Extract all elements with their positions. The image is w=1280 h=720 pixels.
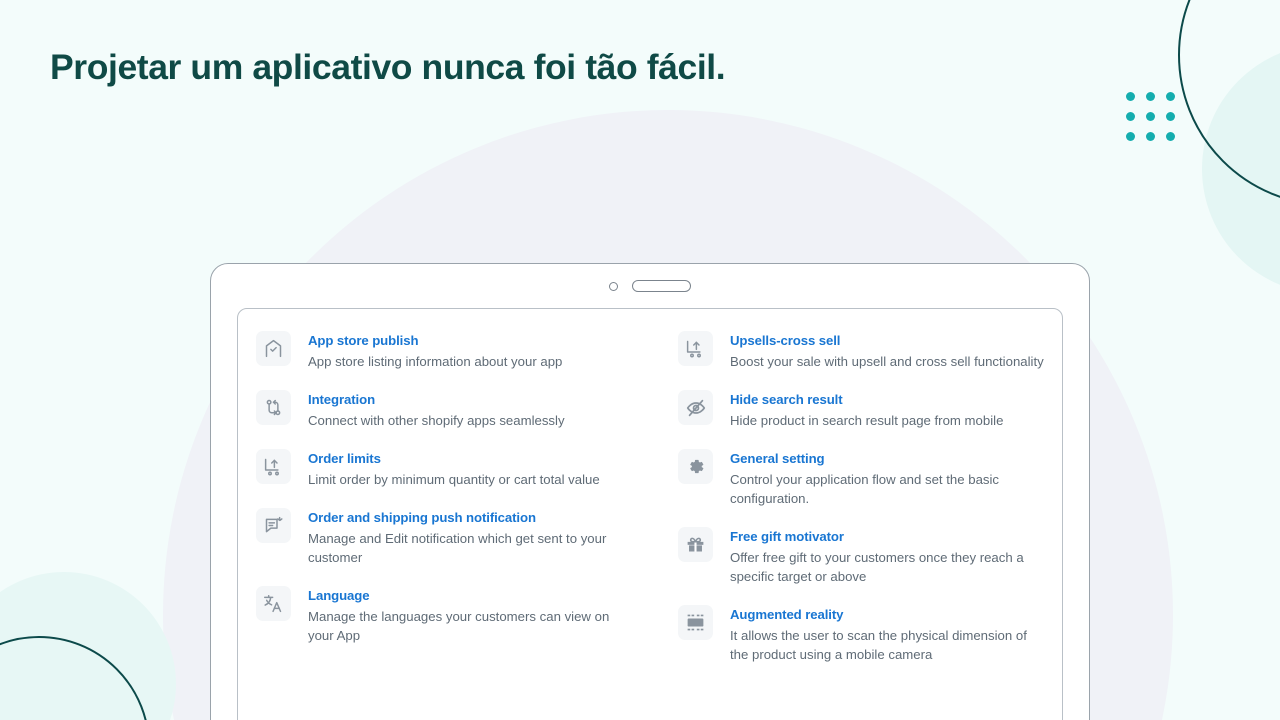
feature-title[interactable]: Augmented reality [730,606,1044,623]
grid-dot [1146,92,1155,101]
feature-text: Hide search result Hide product in searc… [730,390,1003,430]
feature-item-order-and-shipping-push-notification[interactable]: Order and shipping push notification Man… [256,508,622,567]
feature-description: Hide product in search result page from … [730,413,1004,428]
notification-chat-icon [256,508,291,543]
feature-title[interactable]: Language [308,587,622,604]
feature-text: Language Manage the languages your custo… [308,586,622,645]
feature-item-integration[interactable]: Integration Connect with other shopify a… [256,390,622,430]
feature-text: Integration Connect with other shopify a… [308,390,565,430]
bottom-left-ring-circle [0,636,150,720]
feature-title[interactable]: Order and shipping push notification [308,509,622,526]
grid-dot [1126,92,1135,101]
feature-title[interactable]: Hide search result [730,391,1003,408]
top-right-ring-circle [1178,0,1280,206]
feature-description: Offer free gift to your customers once t… [730,550,1024,584]
top-right-soft-circle [1202,44,1280,294]
feature-item-upsells-cross-sell[interactable]: Upsells-cross sell Boost your sale with … [678,331,1044,371]
feature-title[interactable]: Integration [308,391,565,408]
tablet-top-bar [211,264,1089,308]
feature-description: Limit order by minimum quantity or cart … [308,472,600,487]
feature-text: Free gift motivator Offer free gift to y… [730,527,1044,586]
feature-item-language[interactable]: Language Manage the languages your custo… [256,586,622,645]
feature-item-order-limits[interactable]: Order limits Limit order by minimum quan… [256,449,622,489]
speaker-slot-icon [632,280,691,292]
feature-title[interactable]: Order limits [308,450,600,467]
feature-description: App store listing information about your… [308,354,563,369]
tablet-screen: App store publish App store listing info… [237,308,1063,720]
feature-text: Order limits Limit order by minimum quan… [308,449,600,489]
feature-description: Manage the languages your customers can … [308,609,610,643]
grid-dot [1146,112,1155,121]
feature-description: Manage and Edit notification which get s… [308,531,607,565]
ar-scan-icon [678,605,713,640]
feature-title[interactable]: General setting [730,450,1044,467]
feature-title[interactable]: App store publish [308,332,562,349]
grid-dot [1126,112,1135,121]
feature-description: Control your application flow and set th… [730,472,1000,506]
eye-off-icon [678,390,713,425]
cart-upload-icon [678,331,713,366]
feature-item-hide-search-result[interactable]: Hide search result Hide product in searc… [678,390,1044,430]
feature-column-right: Upsells-cross sell Boost your sale with … [678,331,1044,683]
feature-text: Order and shipping push notification Man… [308,508,622,567]
grid-dot [1166,112,1175,121]
camera-dot-icon [609,281,618,291]
store-check-icon [256,331,291,366]
grid-dot [1166,132,1175,141]
tablet-device-frame: App store publish App store listing info… [210,263,1090,720]
feature-item-free-gift-motivator[interactable]: Free gift motivator Offer free gift to y… [678,527,1044,586]
grid-dot [1146,132,1155,141]
feature-text: App store publish App store listing info… [308,331,562,371]
feature-column-left: App store publish App store listing info… [256,331,622,683]
integration-arrows-icon [256,390,291,425]
feature-text: General setting Control your application… [730,449,1044,508]
feature-description: Connect with other shopify apps seamless… [308,413,565,428]
feature-title[interactable]: Free gift motivator [730,528,1044,545]
grid-dot [1166,92,1175,101]
feature-title[interactable]: Upsells-cross sell [730,332,1044,349]
page-title: Projetar um aplicativo nunca foi tão fác… [50,47,726,87]
feature-item-augmented-reality[interactable]: Augmented reality It allows the user to … [678,605,1044,664]
feature-description: Boost your sale with upsell and cross se… [730,354,1044,369]
feature-text: Upsells-cross sell Boost your sale with … [730,331,1044,371]
grid-dot [1126,132,1135,141]
gear-icon [678,449,713,484]
gift-icon [678,527,713,562]
feature-item-app-store-publish[interactable]: App store publish App store listing info… [256,331,622,371]
translate-icon [256,586,291,621]
bottom-left-soft-circle [0,572,176,720]
dot-grid-decoration [1126,92,1175,141]
feature-item-general-setting[interactable]: General setting Control your application… [678,449,1044,508]
cart-upload-icon [256,449,291,484]
feature-description: It allows the user to scan the physical … [730,628,1027,662]
feature-grid: App store publish App store listing info… [238,309,1062,683]
feature-text: Augmented reality It allows the user to … [730,605,1044,664]
